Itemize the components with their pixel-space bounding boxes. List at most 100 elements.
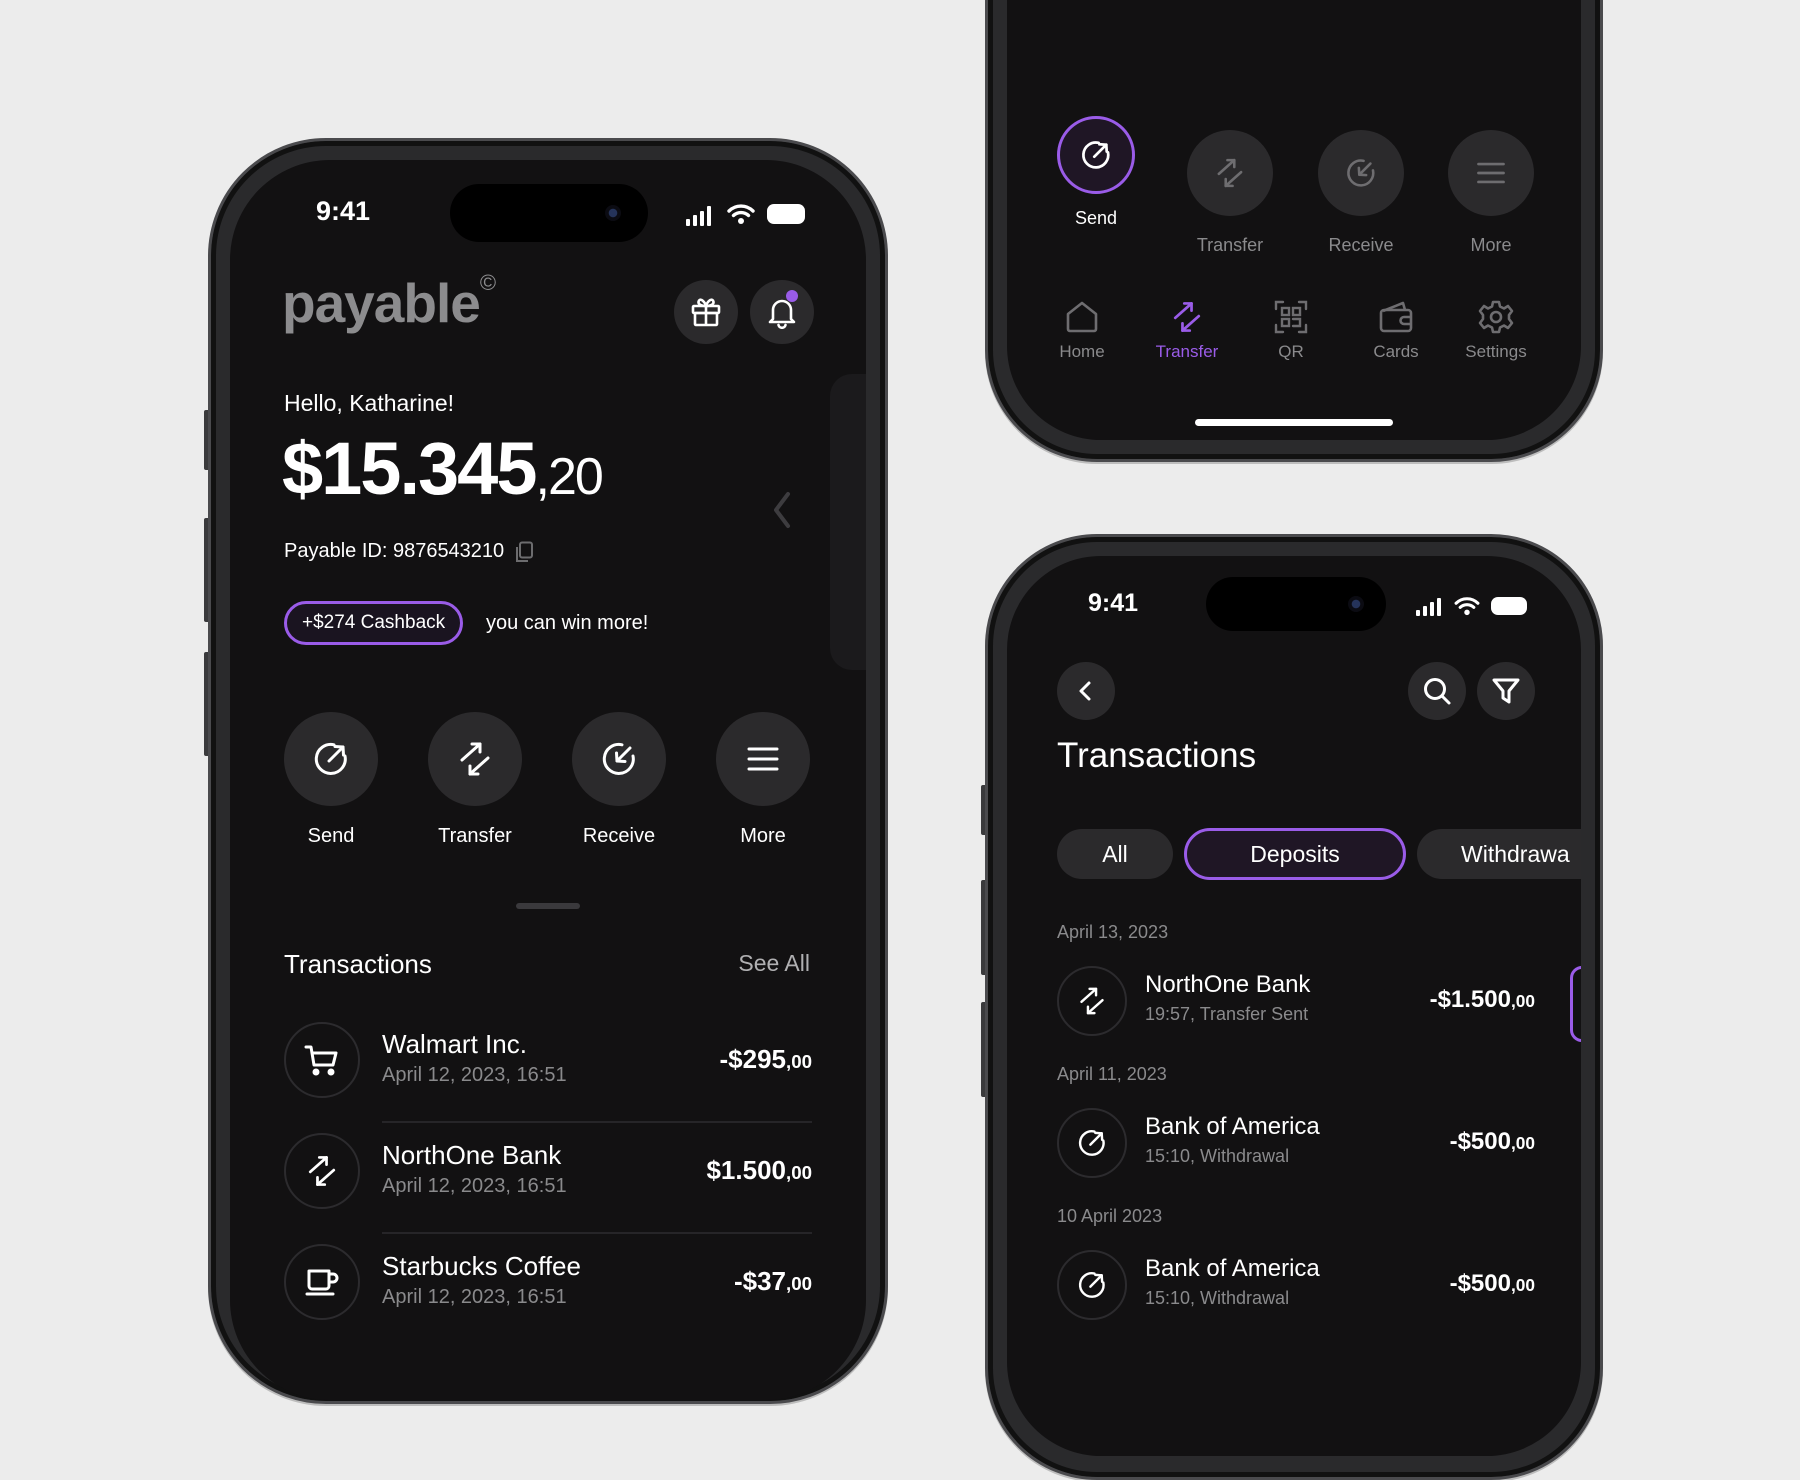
transfer-button[interactable] [1187, 130, 1273, 216]
menu-screen: Send Transfer Receive More Home Transfer… [1007, 0, 1581, 440]
transaction-amount-main: -$1.500 [1429, 986, 1511, 1013]
transaction-amount: $1.500,00 [706, 1155, 812, 1186]
tab-home-label: Home [1059, 342, 1105, 361]
transaction-row[interactable]: Starbucks Coffee April 12, 2023, 16:51 -… [284, 1244, 812, 1354]
transaction-meta: 19:57, Transfer Sent [1145, 1004, 1309, 1024]
transaction-name: NorthOne Bank [1145, 971, 1311, 998]
transaction-name: Bank of America [1145, 1255, 1320, 1282]
send-icon [1082, 141, 1110, 169]
send-button[interactable] [284, 712, 378, 806]
receive-button[interactable] [572, 712, 666, 806]
notification-dot [786, 290, 798, 302]
gift-icon [691, 298, 721, 327]
send-button-active[interactable] [1057, 116, 1135, 194]
balance-amount: $15.345,20 [282, 426, 604, 511]
gift-button[interactable] [674, 280, 738, 344]
more-label: More [1470, 235, 1512, 255]
wallet-icon [1379, 301, 1413, 333]
transactions-screen: 9:41 Transactions All Deposits Withdrawa… [1007, 556, 1581, 1456]
receive-label: Receive [1328, 235, 1394, 255]
tab-transfer[interactable]: Transfer [1142, 298, 1232, 378]
transaction-meta: 15:10, Withdrawal [1145, 1146, 1290, 1166]
transaction-amount-main: -$500 [1449, 1128, 1511, 1155]
transaction-date: April 12, 2023, 16:51 [382, 1175, 567, 1197]
status-time: 9:41 [1088, 589, 1139, 617]
menu-icon [747, 747, 779, 771]
transaction-row[interactable]: Bank of America 15:10, Withdrawal -$500,… [1057, 1108, 1535, 1180]
transaction-name: Bank of America [1145, 1113, 1320, 1140]
coffee-cup-icon [305, 1269, 339, 1296]
balance-main: $15.345 [282, 427, 537, 510]
transaction-amount-decimal: ,00 [786, 1051, 812, 1072]
transfer-label: Transfer [1196, 235, 1264, 255]
filter-chip-all[interactable]: All [1057, 829, 1173, 879]
balance-decimal: ,20 [535, 448, 604, 506]
swipe-action-peek[interactable] [1570, 966, 1581, 1042]
transaction-amount-decimal: ,00 [786, 1273, 812, 1294]
greeting: Hello, Katharine! [284, 390, 455, 416]
transaction-name: Walmart Inc. [382, 1029, 527, 1059]
tab-transfer-label: Transfer [1155, 342, 1219, 361]
transfer-icon [308, 1156, 336, 1186]
transaction-icon-circle [1057, 1250, 1127, 1320]
dynamic-island [450, 184, 648, 242]
receive-button[interactable] [1318, 130, 1404, 216]
more-label: More [740, 825, 786, 847]
copy-icon[interactable] [514, 541, 534, 563]
filter-chip-withdrawals[interactable]: Withdrawa [1417, 829, 1581, 879]
transaction-row[interactable]: NorthOne Bank April 12, 2023, 16:51 $1.5… [284, 1133, 812, 1243]
tab-qr[interactable]: QR [1246, 298, 1336, 378]
filter-chip-deposits[interactable]: Deposits [1184, 828, 1406, 880]
phone-home: 9:41 payable© Hello, Katharine! $15.345,… [208, 138, 888, 1404]
transaction-row[interactable]: NorthOne Bank 19:57, Transfer Sent -$1.5… [1057, 966, 1535, 1038]
search-icon [1424, 678, 1451, 705]
search-button[interactable] [1408, 662, 1466, 720]
tab-settings[interactable]: Settings [1451, 298, 1541, 378]
receive-icon [602, 742, 635, 775]
back-button[interactable] [1057, 662, 1115, 720]
tab-cards[interactable]: Cards [1351, 298, 1441, 378]
wifi-icon [727, 204, 755, 224]
drag-handle[interactable] [516, 903, 580, 909]
transaction-amount-decimal: ,00 [1510, 991, 1535, 1011]
transaction-amount-main: -$295 [719, 1044, 787, 1074]
tab-home[interactable]: Home [1037, 298, 1127, 378]
transaction-icon-circle [284, 1244, 360, 1320]
status-time: 9:41 [316, 196, 371, 226]
transfer-button[interactable] [428, 712, 522, 806]
transaction-amount: -$37,00 [734, 1266, 812, 1297]
brand-name: payable [282, 272, 481, 334]
chevron-left-icon[interactable] [770, 490, 794, 530]
see-all-link[interactable]: See All [670, 950, 810, 977]
signal-icon [686, 206, 711, 226]
more-button[interactable] [1448, 130, 1534, 216]
payable-id: Payable ID: 9876543210 [284, 540, 534, 563]
battery-icon [767, 204, 805, 224]
divider [382, 1232, 812, 1234]
transaction-row[interactable]: Bank of America 15:10, Withdrawal -$500,… [1057, 1250, 1535, 1322]
receive-icon [1347, 159, 1375, 187]
send-icon [1078, 1130, 1105, 1156]
receive-label: Receive [582, 825, 656, 847]
transaction-name: NorthOne Bank [382, 1140, 562, 1170]
wifi-icon [1454, 597, 1480, 616]
transfer-label: Transfer [438, 825, 512, 847]
send-label: Send [1074, 208, 1118, 228]
transaction-amount: -$295,00 [720, 1044, 813, 1075]
camera-icon [605, 205, 621, 221]
gear-icon [1478, 300, 1514, 334]
transfer-icon [1217, 158, 1243, 188]
brand-logo: payable© [282, 270, 496, 335]
tab-settings-label: Settings [1465, 342, 1527, 361]
transaction-icon-circle [1057, 966, 1127, 1036]
camera-icon [1348, 596, 1364, 612]
transaction-row[interactable]: Walmart Inc. April 12, 2023, 16:51 -$295… [284, 1022, 812, 1132]
signal-icon [1416, 598, 1441, 616]
cashback-badge[interactable]: +$274 Cashback [284, 601, 464, 645]
transaction-icon-circle [284, 1133, 360, 1209]
filter-button[interactable] [1477, 662, 1535, 720]
notifications-button[interactable] [750, 280, 814, 344]
cart-icon [304, 1045, 338, 1076]
dynamic-island [1206, 577, 1386, 631]
more-button[interactable] [716, 712, 810, 806]
